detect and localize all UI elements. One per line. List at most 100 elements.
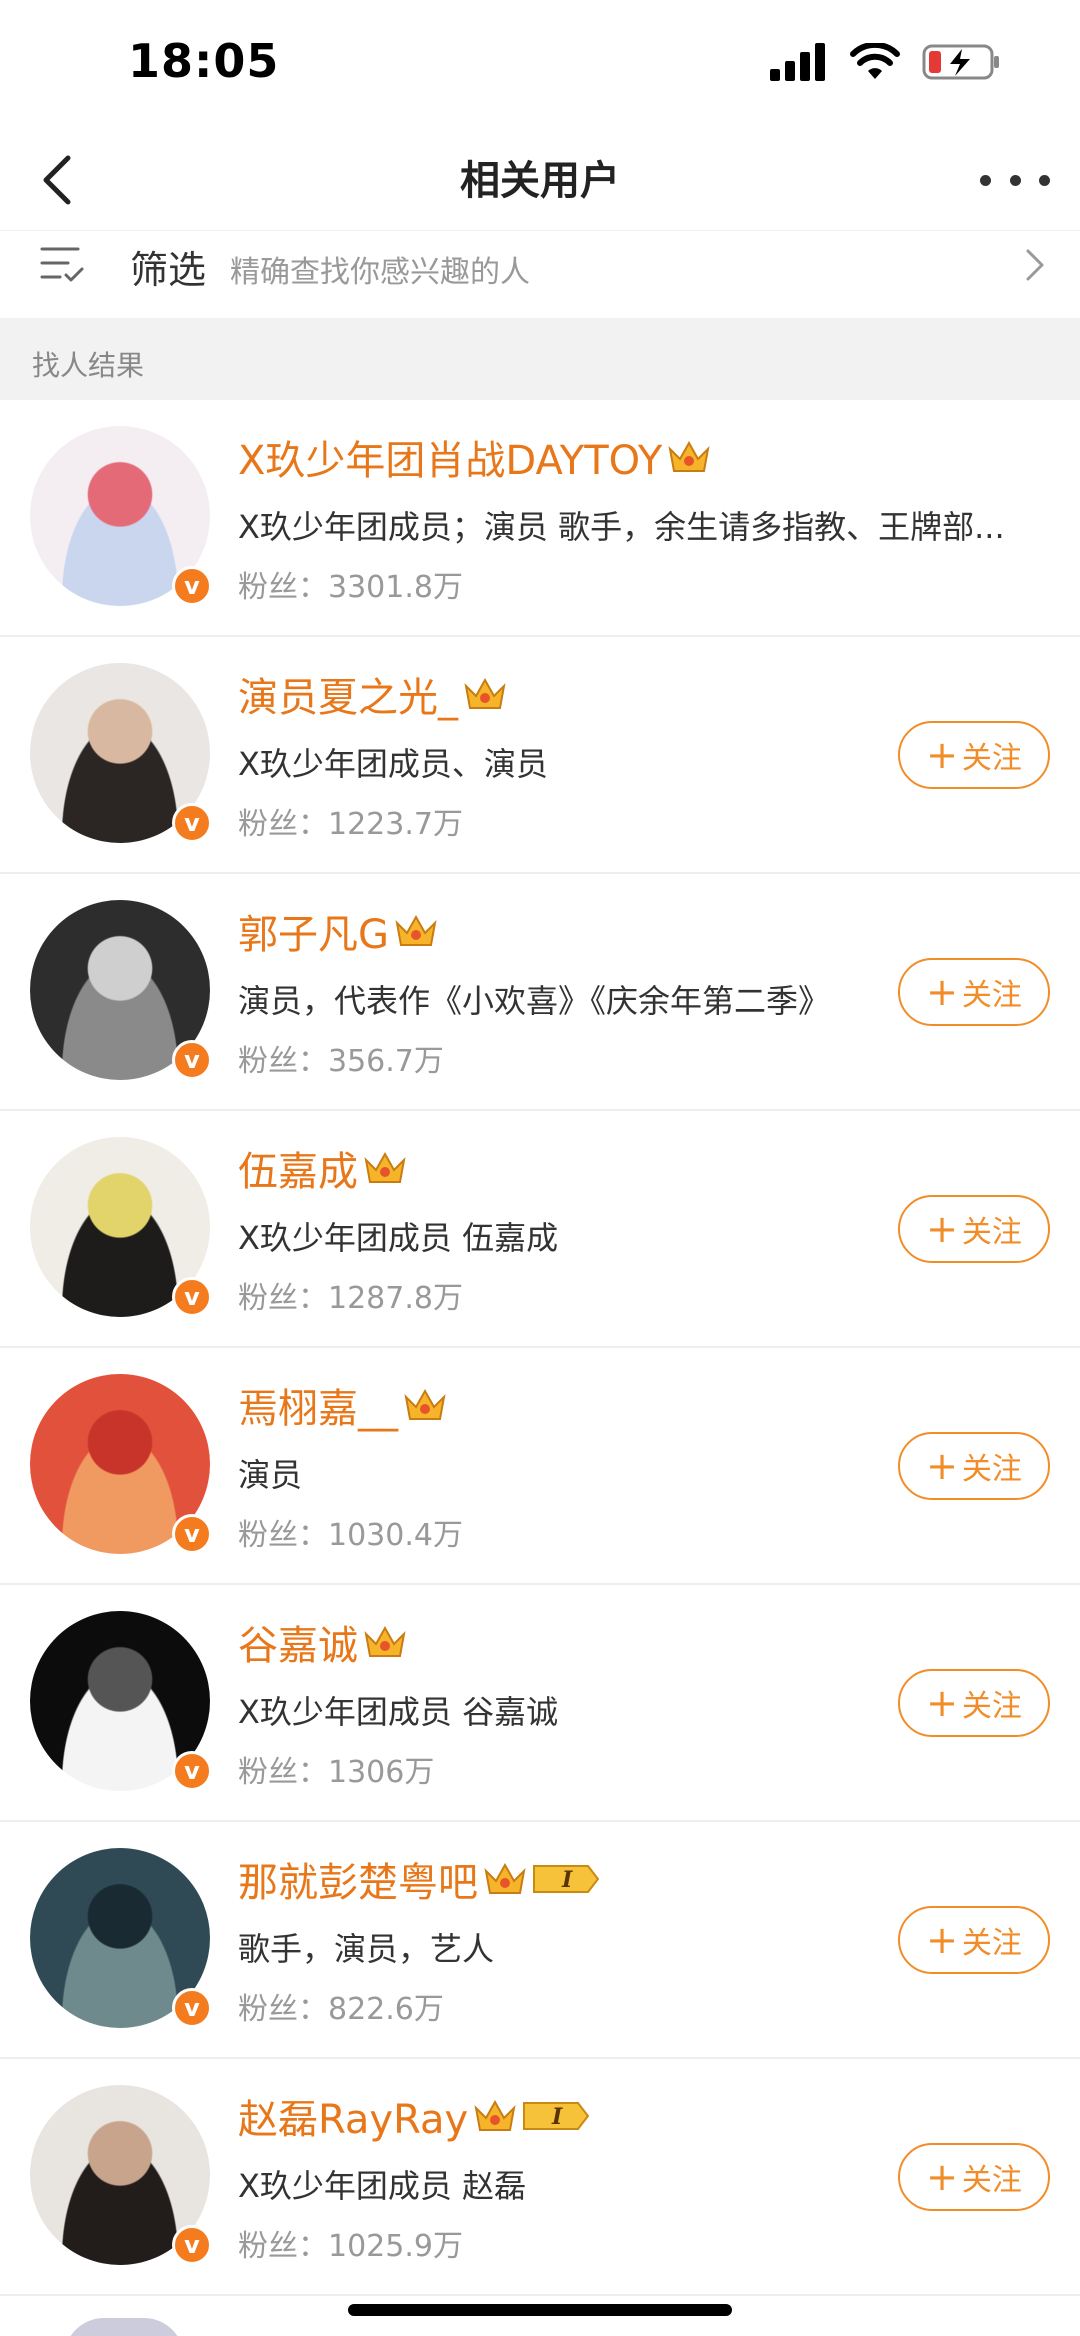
user-name-line: 谷嘉诚 <box>238 1613 408 1671</box>
chevron-right-icon <box>1026 249 1044 281</box>
plus-icon: + <box>926 1207 958 1251</box>
user-name-line: 赵磊RayRay I <box>238 2087 592 2145</box>
plus-icon: + <box>926 733 958 777</box>
follow-label: 关注 <box>961 978 1022 1013</box>
user-name-line: 伍嘉成 <box>238 1139 408 1197</box>
more-dot-icon <box>980 174 991 186</box>
follow-label: 关注 <box>961 1926 1022 1961</box>
battery-icon <box>922 44 999 80</box>
fans-count: 粉丝：1223.7万 <box>238 807 463 842</box>
verified-icon: v <box>172 1988 212 2028</box>
user-name[interactable]: 演员夏之光_ <box>238 665 458 723</box>
plus-icon: + <box>926 1444 958 1488</box>
user-description: X玖少年团成员 伍嘉成 <box>238 1219 559 1257</box>
user-description: X玖少年团成员；演员 歌手，余生请多指教、王牌部... <box>238 508 1005 546</box>
user-name[interactable]: 伍嘉成 <box>238 1139 358 1197</box>
crown-icon <box>404 1388 446 1420</box>
verified-icon: v <box>172 1040 212 1080</box>
partial-list-item <box>0 2296 1080 2336</box>
crown-icon <box>484 1862 526 1894</box>
signal-icon <box>770 43 825 81</box>
fans-count: 粉丝：822.6万 <box>238 1992 444 2027</box>
follow-label: 关注 <box>961 1452 1022 1487</box>
section-title: 找人结果 <box>32 349 145 382</box>
user-description: X玖少年团成员 谷嘉诚 <box>238 1693 559 1731</box>
user-name-line: 演员夏之光_ <box>238 665 508 723</box>
verified-icon: v <box>172 1751 212 1791</box>
fans-count: 粉丝：1287.8万 <box>238 1281 463 1316</box>
more-options-button[interactable] <box>980 152 1050 208</box>
filter-bar[interactable]: 筛选 精确查找你感兴趣的人 <box>0 230 1080 318</box>
fans-count: 粉丝：1306万 <box>238 1755 435 1790</box>
avatar <box>64 2318 184 2336</box>
status-icons <box>770 42 1002 82</box>
filter-list-icon <box>40 247 84 282</box>
level-text: I <box>551 2104 563 2130</box>
user-name-line: X玖少年团肖战DAYTOY <box>238 428 712 486</box>
more-dot-icon <box>1039 174 1050 186</box>
level-badge-icon: I <box>533 1865 600 1893</box>
section-header: 找人结果 <box>0 318 1080 400</box>
level-badge-icon: I <box>523 2102 590 2130</box>
fans-count: 粉丝：1025.9万 <box>238 2229 463 2264</box>
follow-label: 关注 <box>961 2163 1022 2198</box>
user-list-item[interactable]: v 焉栩嘉__ 演员粉丝：1030.4万 + 关注 <box>0 1348 1080 1585</box>
follow-button[interactable]: + 关注 <box>898 721 1050 789</box>
crown-icon <box>464 677 506 709</box>
follow-button[interactable]: + 关注 <box>898 1669 1050 1737</box>
plus-icon: + <box>926 1918 958 1962</box>
user-list-item[interactable]: v 谷嘉诚 X玖少年团成员 谷嘉诚 粉丝：1306万 + 关注 <box>0 1585 1080 1822</box>
plus-icon: + <box>926 2155 958 2199</box>
user-list-item[interactable]: v 郭子凡G 演员，代表作《小欢喜》《庆余年第二季》 粉丝：356.7万 + 关注 <box>0 874 1080 1111</box>
user-name[interactable]: 谷嘉诚 <box>238 1613 358 1671</box>
user-name[interactable]: 赵磊RayRay <box>238 2087 468 2145</box>
follow-button[interactable]: + 关注 <box>898 1906 1050 1974</box>
plus-icon: + <box>926 1681 958 1725</box>
user-name-line: 郭子凡G <box>238 902 439 960</box>
user-name-line: 那就彭楚粤吧 I <box>238 1850 602 1908</box>
status-bar: 18:05 <box>0 0 1080 130</box>
wifi-icon <box>850 43 900 79</box>
crown-icon <box>364 1151 406 1183</box>
status-time: 18:05 <box>128 34 280 88</box>
user-name[interactable]: 那就彭楚粤吧 <box>238 1850 478 1908</box>
user-description: 歌手，演员，艺人 <box>238 1930 495 1968</box>
filter-label: 筛选 <box>130 248 207 292</box>
user-name-line: 焉栩嘉__ <box>238 1376 448 1434</box>
follow-label: 关注 <box>961 741 1022 776</box>
more-dot-icon <box>1009 174 1021 186</box>
fans-count: 粉丝：3301.8万 <box>238 570 463 605</box>
user-description: X玖少年团成员、演员 <box>238 745 548 783</box>
verified-icon: v <box>172 1514 212 1554</box>
follow-button[interactable]: + 关注 <box>898 2143 1050 2211</box>
crown-icon <box>668 440 710 472</box>
level-text: I <box>561 1867 573 1893</box>
follow-button[interactable]: + 关注 <box>898 1432 1050 1500</box>
nav-bar: 相关用户 <box>0 130 1080 230</box>
plus-icon: + <box>926 970 958 1014</box>
user-list-item[interactable]: v X玖少年团肖战DAYTOY X玖少年团成员；演员 歌手，余生请多指教、王牌部..… <box>0 400 1080 637</box>
verified-icon: v <box>172 1277 212 1317</box>
user-name[interactable]: X玖少年团肖战DAYTOY <box>238 428 662 486</box>
fans-count: 粉丝：356.7万 <box>238 1044 444 1079</box>
fans-count: 粉丝：1030.4万 <box>238 1518 463 1553</box>
user-list-item[interactable]: v 那就彭楚粤吧 I 歌手，演员，艺人 粉丝：822.6万 + 关注 <box>0 1822 1080 2059</box>
user-description: 演员 <box>238 1456 303 1494</box>
verified-icon: v <box>172 566 212 606</box>
crown-icon <box>395 914 437 946</box>
user-description: X玖少年团成员 赵磊 <box>238 2167 527 2205</box>
follow-button[interactable]: + 关注 <box>898 958 1050 1026</box>
follow-button[interactable]: + 关注 <box>898 1195 1050 1263</box>
user-list-item[interactable]: v 赵磊RayRay I X玖少年团成员 赵磊 粉丝：1025.9万 + 关注 <box>0 2059 1080 2296</box>
user-list-item[interactable]: v 伍嘉成 X玖少年团成员 伍嘉成 粉丝：1287.8万 + 关注 <box>0 1111 1080 1348</box>
filter-description: 精确查找你感兴趣的人 <box>230 255 530 290</box>
user-name[interactable]: 焉栩嘉__ <box>238 1376 398 1434</box>
verified-icon: v <box>172 803 212 843</box>
user-list-item[interactable]: v 演员夏之光_ X玖少年团成员、演员 粉丝：1223.7万 + 关注 <box>0 637 1080 874</box>
user-name[interactable]: 郭子凡G <box>238 902 389 960</box>
follow-label: 关注 <box>961 1689 1022 1724</box>
home-indicator <box>348 2304 732 2316</box>
page-title: 相关用户 <box>460 158 620 204</box>
verified-icon: v <box>172 2225 212 2265</box>
follow-label: 关注 <box>961 1215 1022 1250</box>
